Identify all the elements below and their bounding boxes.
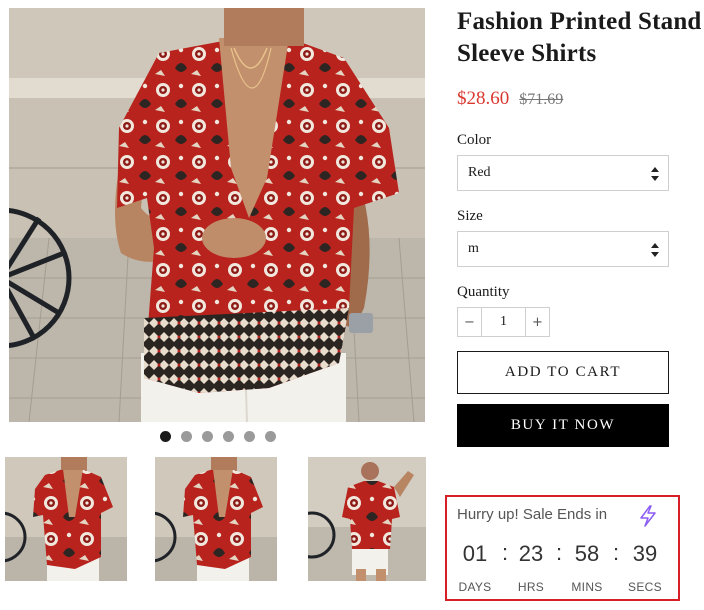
countdown-hours: 23 [518, 541, 544, 566]
thumbnail-2[interactable] [155, 457, 277, 581]
select-arrows-icon [651, 167, 659, 181]
main-product-image[interactable] [9, 8, 425, 422]
countdown-days: 01 [462, 541, 488, 566]
carousel-pagination [160, 431, 276, 443]
buy-it-now-button[interactable]: BUY IT NOW [457, 404, 669, 447]
size-select[interactable]: m [457, 231, 669, 267]
thumbnail-1[interactable] [5, 457, 127, 581]
carousel-dot-4[interactable] [223, 431, 234, 442]
thumbnail-photo [5, 457, 127, 581]
color-select[interactable]: Red [457, 155, 669, 191]
size-select-value: m [468, 241, 479, 256]
compare-at-price: $71.69 [519, 91, 564, 108]
price-row: $28.60 $71.69 [457, 88, 563, 110]
carousel-dot-5[interactable] [244, 431, 255, 442]
carousel-dot-1[interactable] [160, 431, 171, 442]
countdown-seconds-label: SECS [628, 580, 662, 594]
countdown-separator: : [502, 540, 509, 565]
countdown-separator: : [556, 540, 563, 565]
quantity-stepper: − 1 + [457, 307, 550, 337]
countdown-minutes: 58 [574, 541, 600, 566]
carousel-dot-3[interactable] [202, 431, 213, 442]
size-label: Size [457, 208, 483, 224]
product-photo-illustration [9, 8, 425, 422]
carousel-dot-6[interactable] [265, 431, 276, 442]
product-title-line-1: Fashion Printed Stand [457, 8, 702, 35]
product-title: Fashion Printed Stand Sleeve Shirts [457, 6, 702, 70]
thumbnail-photo [308, 457, 426, 581]
color-label: Color [457, 132, 492, 148]
carousel-dot-2[interactable] [181, 431, 192, 442]
countdown-hours-label: HRS [517, 580, 545, 594]
sale-price: $28.60 [457, 88, 510, 109]
quantity-decrease-button[interactable]: − [458, 308, 481, 336]
color-select-value: Red [468, 165, 491, 180]
select-arrows-icon [651, 243, 659, 257]
countdown-days-label: DAYS [458, 580, 492, 594]
countdown-minutes-label: MINS [571, 580, 603, 594]
sale-countdown-timer: Hurry up! Sale Ends in 01 : 23 : 58 : 39… [445, 495, 680, 601]
countdown-heading: Hurry up! Sale Ends in [457, 506, 608, 523]
quantity-increase-button[interactable]: + [526, 308, 549, 336]
quantity-input[interactable]: 1 [481, 308, 526, 336]
countdown-seconds: 39 [632, 541, 658, 566]
countdown-separator: : [613, 540, 620, 565]
lightning-bolt-icon [640, 505, 656, 527]
quantity-label: Quantity [457, 284, 510, 300]
thumbnail-3[interactable] [308, 457, 426, 581]
add-to-cart-button[interactable]: ADD TO CART [457, 351, 669, 394]
product-title-line-2: Sleeve Shirts [457, 40, 597, 67]
thumbnail-photo [155, 457, 277, 581]
